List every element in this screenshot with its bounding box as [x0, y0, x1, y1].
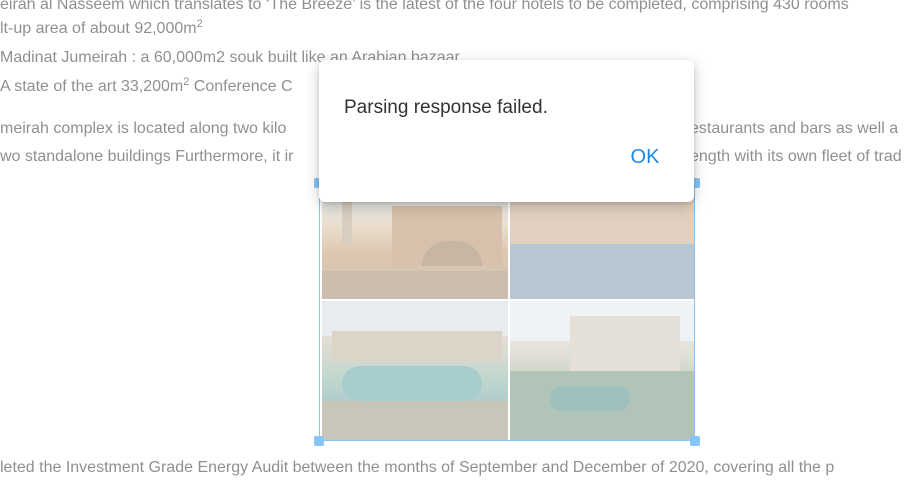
- dialog-message: Parsing response failed.: [344, 97, 548, 118]
- ok-button[interactable]: OK: [615, 142, 675, 172]
- alert-dialog: Parsing response failed. OK: [319, 60, 694, 202]
